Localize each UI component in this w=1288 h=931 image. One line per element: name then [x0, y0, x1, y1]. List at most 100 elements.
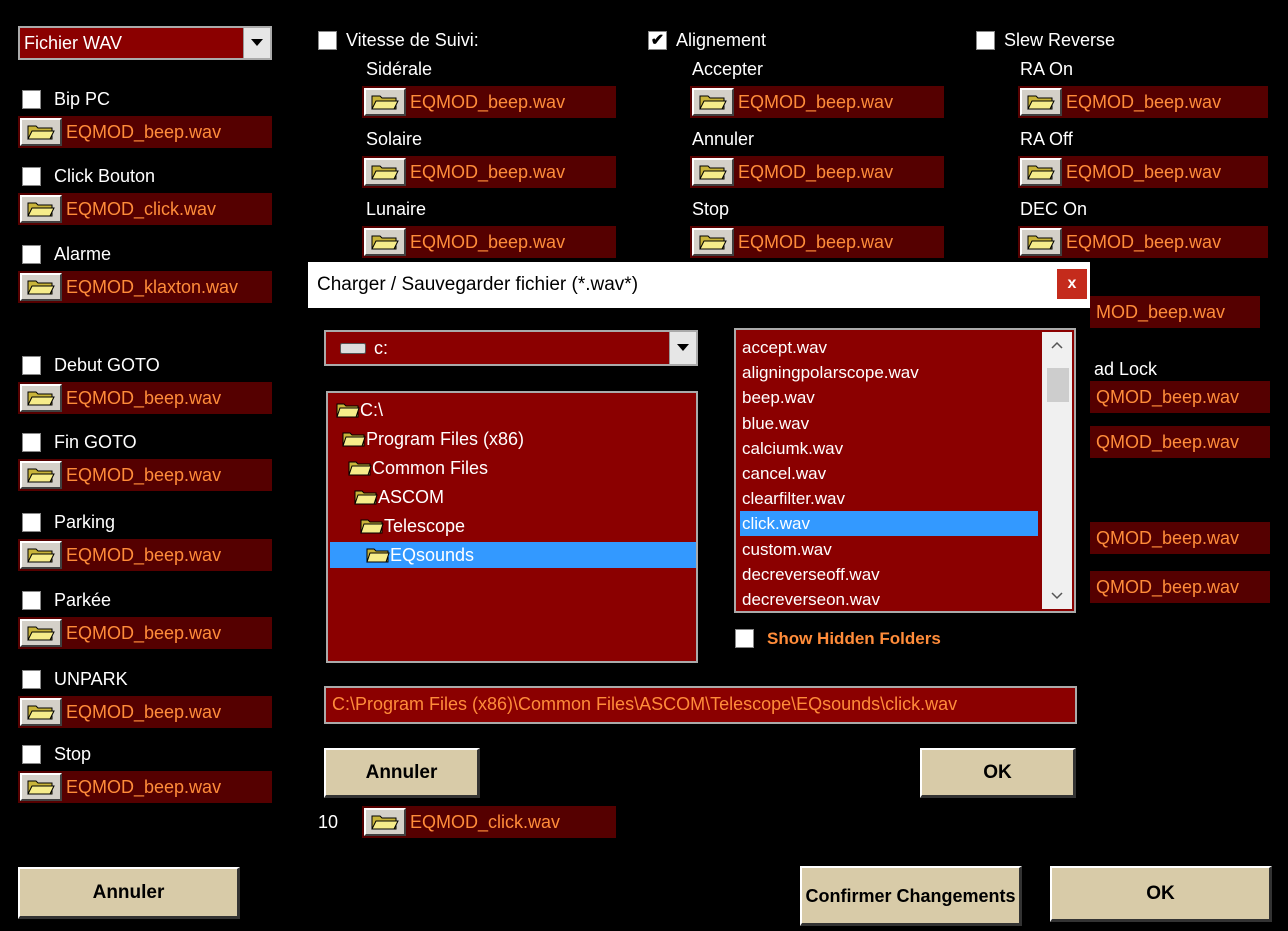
tracking-file: EQMOD_beep.wav: [410, 161, 566, 182]
event-label: Debut GOTO: [54, 355, 160, 375]
folder-tree[interactable]: C:\ Program Files (x86) Common Files ASCOM T…: [326, 391, 698, 663]
folder-tree-item[interactable]: Program Files (x86): [328, 426, 524, 452]
folder-tree-item[interactable]: EQsounds: [330, 542, 696, 568]
event-checkbox[interactable]: [22, 356, 41, 375]
file-list-item[interactable]: cancel.wav: [740, 461, 1038, 486]
alignment-label: Alignement: [676, 30, 767, 50]
close-icon[interactable]: x: [1057, 269, 1087, 299]
dialog-cancel-button[interactable]: Annuler: [324, 748, 480, 798]
file-list-item[interactable]: calciumk.wav: [740, 436, 1038, 461]
tracking-file: EQMOD_beep.wav: [410, 231, 566, 252]
event-checkbox[interactable]: [22, 513, 41, 532]
event-file: EQMOD_beep.wav: [66, 387, 222, 408]
file-list-item[interactable]: click.wav: [740, 511, 1038, 537]
scroll-thumb[interactable]: [1047, 368, 1069, 402]
open-folder-icon[interactable]: [20, 384, 62, 412]
file-list-item[interactable]: beep.wav: [740, 385, 1038, 410]
folder-icon: [336, 402, 360, 418]
ok-button[interactable]: OK: [1050, 866, 1272, 922]
open-folder-icon[interactable]: [692, 228, 734, 256]
event-file: EQMOD_beep.wav: [66, 544, 222, 565]
open-folder-icon[interactable]: [20, 273, 62, 301]
event-file-row: EQMOD_klaxton.wav: [18, 271, 272, 303]
file-list-item[interactable]: accept.wav: [740, 335, 1038, 360]
confirm-changes-button[interactable]: Confirmer Changements: [800, 866, 1022, 926]
file-list-item[interactable]: clearfilter.wav: [740, 486, 1038, 511]
tracking-file-row: EQMOD_beep.wav: [362, 226, 616, 258]
event-checkbox[interactable]: [22, 670, 41, 689]
open-folder-icon[interactable]: [364, 228, 406, 256]
sound-source-select[interactable]: Fichier WAV: [18, 26, 272, 60]
open-folder-icon[interactable]: [692, 88, 734, 116]
folder-tree-item[interactable]: C:\: [328, 397, 383, 423]
folder-tree-item[interactable]: Common Files: [328, 455, 488, 481]
dialog-ok-button[interactable]: OK: [920, 748, 1076, 798]
event-file: EQMOD_beep.wav: [66, 464, 222, 485]
chevron-down-icon[interactable]: [243, 28, 270, 58]
open-folder-icon[interactable]: [20, 541, 62, 569]
open-folder-icon[interactable]: [692, 158, 734, 186]
tracking-file-row: EQMOD_beep.wav: [362, 86, 616, 118]
open-folder-icon[interactable]: [364, 88, 406, 116]
alignment-file: EQMOD_beep.wav: [738, 91, 894, 112]
slew-reverse-label: Slew Reverse: [1004, 30, 1116, 50]
event-file: EQMOD_beep.wav: [66, 776, 222, 797]
event-file-row: EQMOD_beep.wav: [18, 116, 272, 148]
tracking-checkbox[interactable]: [318, 31, 337, 50]
event-label: Alarme: [54, 244, 112, 264]
open-folder-icon[interactable]: [20, 461, 62, 489]
open-folder-icon[interactable]: [1020, 88, 1062, 116]
event-file: EQMOD_beep.wav: [66, 622, 222, 643]
file-list-item[interactable]: custom.wav: [740, 537, 1038, 562]
file-list[interactable]: accept.wav aligningpolarscope.wav beep.wav…: [734, 328, 1076, 613]
open-folder-icon[interactable]: [1020, 228, 1062, 256]
event-label: Stop: [54, 744, 92, 764]
folder-icon: [348, 460, 372, 476]
file-list-item[interactable]: decreverseoff.wav: [740, 562, 1038, 587]
file-list-item[interactable]: decreverseon.wav: [740, 587, 1038, 611]
folder-tree-item[interactable]: ASCOM: [328, 484, 444, 510]
event-label: Parkée: [54, 590, 112, 610]
event-file-row: EQMOD_beep.wav: [18, 617, 272, 649]
slew-fragment-row-1: MOD_beep.wav: [1090, 296, 1260, 328]
event-checkbox[interactable]: [22, 433, 41, 452]
tracking-item-label: Solaire: [366, 129, 423, 149]
open-folder-icon[interactable]: [20, 773, 62, 801]
open-folder-icon[interactable]: [364, 808, 406, 836]
open-folder-icon[interactable]: [20, 698, 62, 726]
event-checkbox[interactable]: [22, 591, 41, 610]
event-checkbox[interactable]: [22, 245, 41, 264]
tracking-file: EQMOD_beep.wav: [410, 91, 566, 112]
folder-tree-item[interactable]: Telescope: [328, 513, 465, 539]
file-list-item[interactable]: aligningpolarscope.wav: [740, 360, 1038, 385]
drive-icon: [340, 342, 366, 354]
open-folder-icon[interactable]: [20, 619, 62, 647]
event-checkbox[interactable]: [22, 167, 41, 186]
event-label: Parking: [54, 512, 116, 532]
folder-name: Program Files (x86): [366, 428, 525, 449]
event-checkbox[interactable]: [22, 745, 41, 764]
event-label: Fin GOTO: [54, 432, 137, 452]
chevron-down-icon[interactable]: [669, 332, 696, 364]
alignment-file-row: EQMOD_beep.wav: [690, 86, 944, 118]
event-checkbox[interactable]: [22, 90, 41, 109]
chevron-down-icon[interactable]: [1042, 583, 1072, 609]
event-label: UNPARK: [54, 669, 128, 689]
show-hidden-checkbox[interactable]: [735, 629, 754, 648]
chevron-up-icon[interactable]: [1042, 332, 1072, 358]
slew-fragment-file-5: QMOD_beep.wav: [1096, 576, 1240, 597]
open-folder-icon[interactable]: [1020, 158, 1062, 186]
drive-value: c:: [374, 337, 389, 358]
event-file-row: EQMOD_beep.wav: [18, 771, 272, 803]
cancel-button[interactable]: Annuler: [18, 867, 240, 919]
file-list-scrollbar[interactable]: [1042, 332, 1072, 609]
alignment-checkbox[interactable]: ✔: [648, 31, 667, 50]
slew-reverse-checkbox[interactable]: [976, 31, 995, 50]
open-folder-icon[interactable]: [20, 195, 62, 223]
drive-select[interactable]: c:: [324, 330, 698, 366]
path-field[interactable]: C:\Program Files (x86)\Common Files\ASCO…: [324, 686, 1077, 724]
open-folder-icon[interactable]: [20, 118, 62, 146]
file-list-item[interactable]: blue.wav: [740, 411, 1038, 436]
open-folder-icon[interactable]: [364, 158, 406, 186]
dialog-title-bar: Charger / Sauvegarder fichier (*.wav*): [308, 262, 1090, 308]
